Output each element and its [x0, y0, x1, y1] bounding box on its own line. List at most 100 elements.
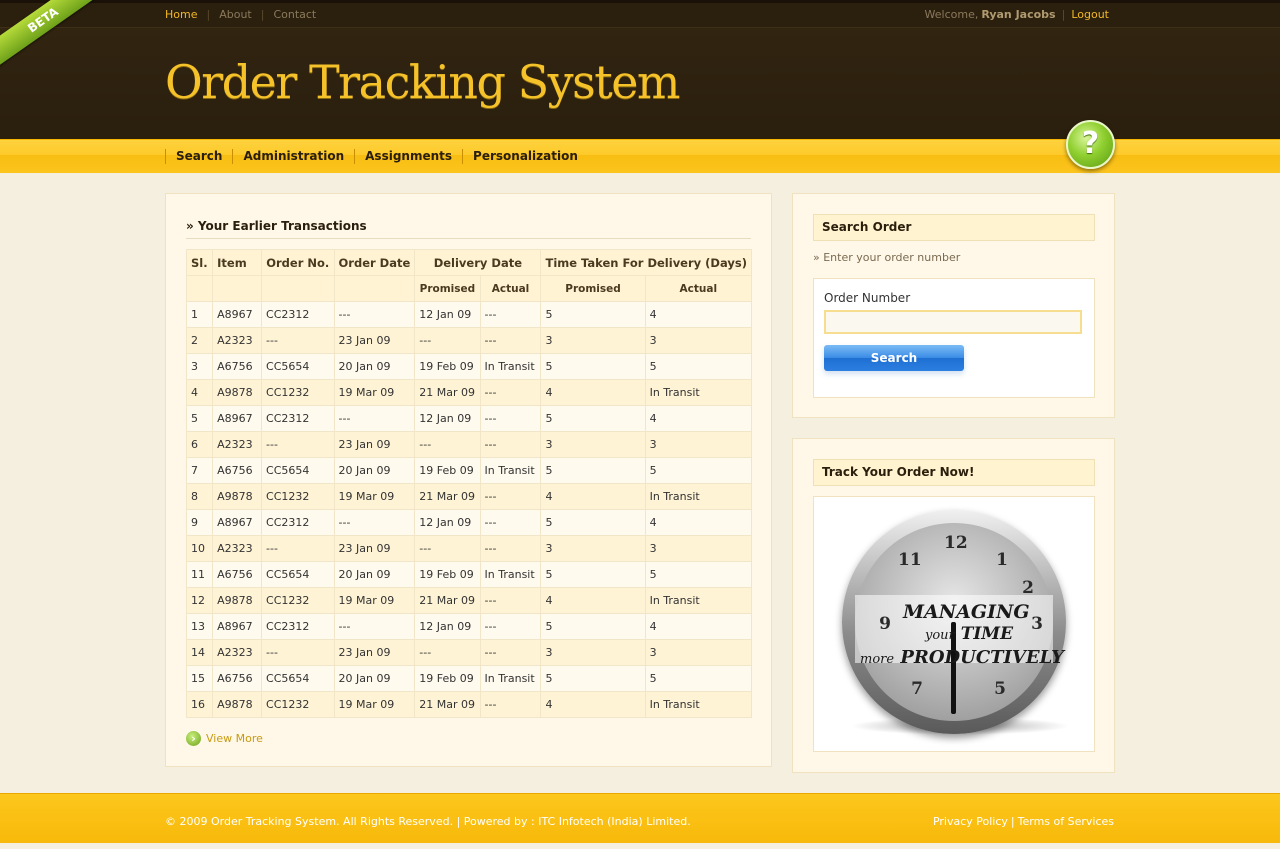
nav-item-assignments[interactable]: Assignments [354, 149, 462, 164]
table-row: 14 A2323 --- 23 Jan 09 --- --- 3 3 [185, 639, 753, 666]
cell-item: A8967 [212, 613, 263, 640]
top-link-contact[interactable]: Contact [273, 8, 316, 21]
cell-sl: 12 [185, 587, 214, 614]
cell-item: A9878 [212, 379, 263, 406]
cell-time-promised: 5 [540, 353, 646, 380]
table-row: 9 A8967 CC2312 --- 12 Jan 09 --- 5 4 [185, 509, 753, 536]
cell-time-promised: 4 [540, 587, 646, 614]
clock-number: 12 [944, 533, 968, 553]
cell-delivery-promised: --- [414, 431, 481, 458]
clock-face: 12 1 2 3 5 7 9 11 MANAGING your TIME mor… [855, 523, 1064, 721]
cell-time-promised: 5 [540, 561, 646, 588]
cell-time-promised: 4 [540, 691, 646, 718]
cell-order-no: CC2312 [261, 613, 335, 640]
cell-order-no: CC1232 [261, 379, 335, 406]
cell-sl: 15 [185, 665, 214, 692]
cell-sl: 1 [185, 301, 214, 328]
transactions-body: 1 A8967 CC2312 --- 12 Jan 09 --- 5 4 2 A2323 --- 23… [185, 301, 753, 718]
clock-text-managing: MANAGING [903, 601, 1030, 623]
table-row: 8 A9878 CC1232 19 Mar 09 21 Mar 09 --- 4 In Tra… [185, 483, 753, 510]
cell-time-actual: 3 [644, 535, 753, 562]
table-row: 16 A9878 CC1232 19 Mar 09 21 Mar 09 --- 4 In Tr… [185, 691, 753, 718]
cell-time-promised: 5 [540, 613, 646, 640]
footer-link-separator: | [1010, 815, 1015, 828]
top-link-home[interactable]: Home [165, 8, 197, 21]
cell-delivery-actual: --- [479, 379, 542, 406]
table-row: 10 A2323 --- 23 Jan 09 --- --- 3 3 [185, 535, 753, 562]
search-order-title: Search Order [813, 214, 1095, 241]
cell-order-date: --- [333, 509, 416, 536]
cell-sl: 7 [185, 457, 214, 484]
cell-order-date: 20 Jan 09 [333, 665, 416, 692]
cell-delivery-promised: 21 Mar 09 [414, 483, 481, 510]
clock-number: 5 [994, 679, 1006, 699]
nav-item-administration[interactable]: Administration [232, 149, 354, 164]
terms-of-services-link[interactable]: Terms of Services [1018, 815, 1114, 828]
col-time-actual: Actual [644, 275, 753, 302]
cell-sl: 2 [185, 327, 214, 354]
cell-delivery-promised: 12 Jan 09 [414, 613, 481, 640]
cell-time-actual: 5 [644, 457, 753, 484]
clock-number: 1 [996, 550, 1008, 570]
cell-order-date: 23 Jan 09 [333, 431, 416, 458]
welcome-text: Welcome, [924, 8, 979, 21]
cell-item: A2323 [212, 535, 263, 562]
cell-delivery-actual: --- [479, 431, 542, 458]
top-link-separator: | [260, 8, 265, 21]
cell-delivery-actual: --- [479, 691, 542, 718]
col-time-promised: Promised [540, 275, 646, 302]
cell-delivery-actual: In Transit [479, 561, 542, 588]
logout-link[interactable]: Logout [1071, 8, 1109, 21]
cell-sl: 16 [185, 691, 214, 718]
search-button[interactable]: Search [824, 345, 964, 371]
cell-time-promised: 3 [540, 327, 646, 354]
help-icon[interactable]: ? [1066, 120, 1115, 169]
table-row: 4 A9878 CC1232 19 Mar 09 21 Mar 09 --- 4 In Tra… [185, 379, 753, 406]
cell-order-no: CC2312 [261, 509, 335, 536]
cell-item: A9878 [212, 483, 263, 510]
user-name: Ryan Jacobs [981, 8, 1056, 21]
order-number-input[interactable] [824, 310, 1082, 334]
cell-item: A6756 [212, 561, 263, 588]
cell-time-actual: 3 [644, 327, 753, 354]
table-header-row: Sl. Item Order No. Order Date Delivery D… [185, 249, 752, 276]
cell-sl: 5 [185, 405, 214, 432]
subheader-empty [212, 275, 263, 302]
cell-time-promised: 5 [540, 457, 646, 484]
col-delivery-date: Delivery Date [414, 249, 542, 276]
clock-number: 11 [898, 550, 922, 570]
cell-delivery-actual: --- [479, 587, 542, 614]
cell-order-no: CC2312 [261, 405, 335, 432]
cell-order-no: --- [261, 431, 335, 458]
cell-time-actual: 4 [644, 509, 753, 536]
view-more-link[interactable]: › View More [186, 731, 263, 746]
table-row: 13 A8967 CC2312 --- 12 Jan 09 --- 5 4 [185, 613, 753, 640]
col-order-no: Order No. [261, 249, 335, 276]
nav-item-personalization[interactable]: Personalization [462, 149, 588, 164]
privacy-policy-link[interactable]: Privacy Policy [933, 815, 1008, 828]
table-subheader-row: Promised Actual Promised Actual [185, 275, 753, 302]
cell-delivery-actual: --- [479, 535, 542, 562]
clock-number: 9 [879, 614, 891, 634]
top-links: Home | About | Contact [165, 8, 316, 21]
nav-item-search[interactable]: Search [165, 149, 232, 164]
cell-order-no: CC5654 [261, 457, 335, 484]
top-link-about[interactable]: About [219, 8, 252, 21]
cell-delivery-actual: --- [479, 301, 542, 328]
cell-delivery-actual: In Transit [479, 665, 542, 692]
cell-delivery-promised: 21 Mar 09 [414, 379, 481, 406]
footer-bottom-strip [0, 843, 1280, 849]
cell-time-promised: 5 [540, 509, 646, 536]
cell-item: A6756 [212, 457, 263, 484]
cell-sl: 11 [185, 561, 214, 588]
cell-order-no: --- [261, 327, 335, 354]
cell-time-promised: 5 [540, 301, 646, 328]
cell-time-promised: 3 [540, 431, 646, 458]
cell-time-promised: 4 [540, 379, 646, 406]
table-row: 3 A6756 CC5654 20 Jan 09 19 Feb 09 In Transit… [185, 353, 753, 380]
cell-sl: 4 [185, 379, 214, 406]
cell-delivery-promised: 19 Feb 09 [414, 457, 481, 484]
cell-item: A2323 [212, 639, 263, 666]
cell-order-date: 19 Mar 09 [333, 483, 416, 510]
col-delivery-actual: Actual [479, 275, 542, 302]
